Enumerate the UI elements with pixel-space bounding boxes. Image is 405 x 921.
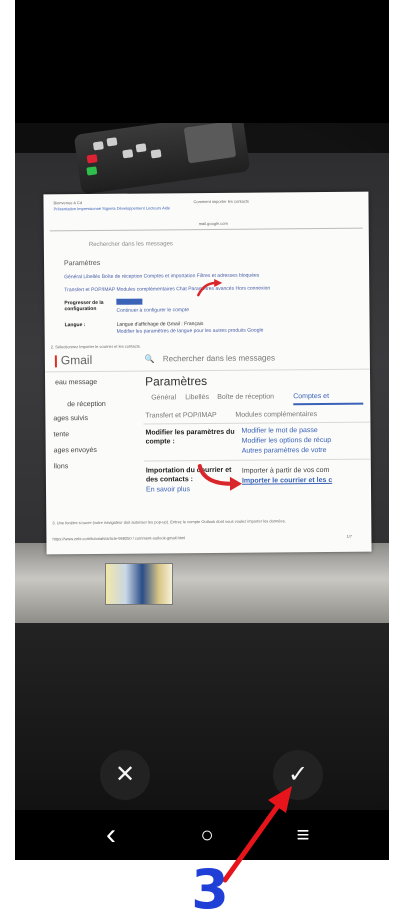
tab-inbox: Boîte de réception	[217, 393, 275, 401]
modify-link-0: Modifier le mot de passe	[241, 427, 318, 435]
recents-button[interactable]: ≡	[283, 810, 323, 860]
modify-label: Modifier les paramètres du compte :	[145, 428, 235, 446]
tabs-small: Général Libellés Boîte de réception Comp…	[64, 272, 260, 281]
gmail-screenshot: Gmail 🔍 Rechercher dans les messages eau…	[44, 349, 371, 512]
step-number-label: 3	[191, 858, 229, 921]
language-value: Langue d'affichage de Gmail : Français	[116, 321, 204, 328]
phone-screen: Bienvenue à Cd Comment importer les cont…	[15, 0, 389, 860]
footer-url: https://www.zebi.com/tutorials/article-9…	[52, 535, 186, 542]
sidebar-item-1: de réception	[67, 400, 106, 409]
capture-controls: ✕ ✓	[15, 750, 389, 810]
footer-note: 3. Une fenêtre s'ouvre (votre navigateur…	[52, 518, 286, 526]
import-text: Importer à partir de vos com	[241, 466, 330, 475]
home-icon: ○	[200, 822, 214, 847]
sidebar-item-4: ages envoyés	[53, 446, 97, 455]
config-label: Progresser de la configuration	[64, 299, 104, 313]
config-link: Continuer à configurer le compte	[116, 307, 190, 314]
search-small: Rechercher dans les messages	[88, 241, 173, 249]
page-number: 1/7	[346, 533, 353, 539]
checkmark-icon: ✓	[287, 761, 309, 788]
tab-general: Général	[151, 394, 177, 402]
printer-sticker	[105, 563, 173, 605]
url-bar: mail.google.com	[198, 220, 228, 227]
document-arrow-small-icon	[197, 278, 223, 297]
language-link: Modifier les paramètres de langue pour l…	[116, 327, 264, 335]
gmail-search-icon: 🔍	[144, 354, 155, 364]
tab-forwarding: Transfert et POP/IMAP	[145, 411, 217, 420]
progress-bar	[116, 298, 143, 305]
sidebar-item-3: tente	[53, 431, 70, 439]
gmail-settings-title: Paramètres	[145, 374, 208, 389]
import-link: Importer le courrier et les c	[241, 476, 333, 485]
modify-link-2: Autres paramètres de votre	[241, 446, 327, 455]
modify-link-1: Modifier les options de récup	[241, 436, 332, 445]
system-navigation-bar: ‹ ○ ≡	[15, 810, 389, 860]
step-note: 2. Sélectionnez Importer le courrier et …	[50, 343, 141, 350]
learn-more-link: En savoir plus	[145, 486, 191, 494]
language-label: Langue :	[64, 322, 86, 329]
tab-labels: Libellés	[185, 393, 209, 402]
tab-accounts: Comptes et	[293, 392, 330, 401]
close-icon: ✕	[114, 761, 136, 788]
discard-button[interactable]: ✕	[100, 750, 150, 800]
settings-small-title: Paramètres	[64, 259, 101, 268]
browser-center-title: Comment importer les contacts	[193, 198, 249, 205]
printer-band	[15, 543, 389, 623]
photographed-document: Bienvenue à Cd Comment importer les cont…	[43, 191, 372, 555]
recents-icon: ≡	[296, 822, 310, 847]
gmail-search: Rechercher dans les messages	[162, 353, 275, 364]
camera-preview: Bienvenue à Cd Comment importer les cont…	[15, 123, 389, 810]
sidebar-item-0: eau message	[55, 378, 98, 387]
tabs-small-2: Transfert et POP/IMAP Modules complément…	[64, 285, 271, 294]
gmail-logo: Gmail	[60, 353, 93, 368]
document-arrow-icon	[197, 464, 242, 491]
confirm-button[interactable]: ✓	[273, 750, 323, 800]
back-icon: ‹	[106, 818, 116, 851]
tab-addons: Modules complémentaires	[235, 411, 318, 419]
browser-menu: Présentation Impressionné Signets Dévelo…	[53, 205, 171, 212]
sidebar-item-2: ages suivis	[53, 415, 89, 423]
home-button[interactable]: ○	[187, 810, 227, 860]
browser-title: Bienvenue à Cd	[53, 200, 82, 206]
sidebar-item-5: llons	[53, 463, 69, 471]
back-button[interactable]: ‹	[91, 810, 131, 860]
